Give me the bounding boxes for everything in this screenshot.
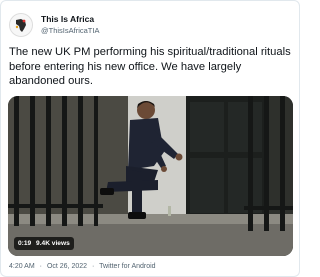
meta-separator: ·: [91, 263, 95, 270]
meta-separator: ·: [39, 263, 42, 270]
video-views: 9.4K views: [36, 240, 70, 247]
video-duration: 0:19: [18, 240, 32, 247]
africa-logo-icon: [10, 14, 32, 36]
tweet-text: The new UK PM performing his spiritual/t…: [9, 46, 291, 87]
author-handle[interactable]: @ThisIsAfricaTIA: [41, 25, 99, 37]
video-stats-badge: 0:19 9.4K views: [14, 237, 74, 250]
video-thumbnail: [8, 96, 293, 256]
author-names: This Is Africa @ThisIsAfricaTIA: [41, 13, 99, 37]
tweet-client[interactable]: Twitter for Android: [99, 263, 155, 270]
tweet-date[interactable]: Oct 26, 2022: [47, 263, 87, 270]
tweet-card[interactable]: This Is Africa @ThisIsAfricaTIA The new …: [0, 0, 300, 277]
video-player[interactable]: 0:19 9.4K views: [8, 96, 293, 256]
tweet-time[interactable]: 4:20 AM: [9, 263, 35, 270]
avatar[interactable]: [9, 13, 33, 37]
tweet-header: This Is Africa @ThisIsAfricaTIA: [9, 10, 99, 40]
author-display-name[interactable]: This Is Africa: [41, 13, 99, 25]
tweet-meta: 4:20 AM · Oct 26, 2022 · Twitter for And…: [9, 263, 156, 270]
